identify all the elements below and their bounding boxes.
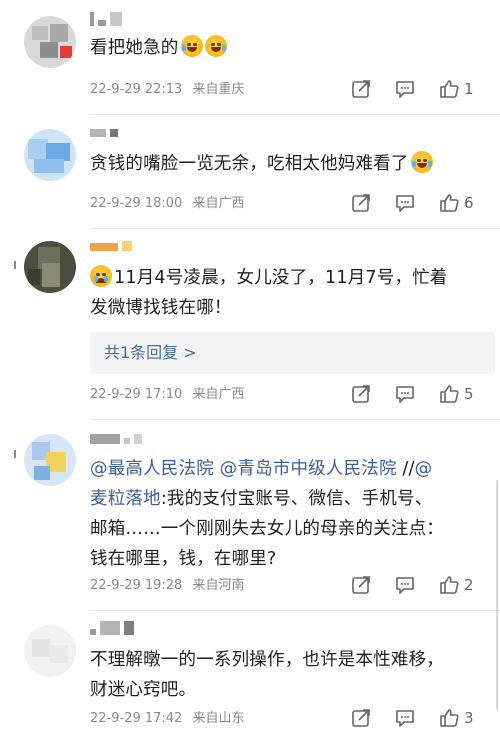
divider [90, 419, 500, 420]
divider [90, 610, 500, 611]
like-count: 6 [464, 194, 474, 212]
like-count: 2 [464, 576, 474, 594]
like-icon[interactable] [438, 383, 460, 405]
share-icon[interactable] [350, 192, 372, 214]
share-icon[interactable] [350, 707, 372, 729]
comment-text: 贪钱的嘴脸一览无余，吃相太他妈难看了 [90, 149, 482, 179]
location: 来自山东 [192, 711, 245, 726]
location: 来自广西 [192, 196, 245, 211]
username[interactable] [90, 8, 122, 26]
like-icon[interactable] [438, 192, 460, 214]
comment-meta: 22-9-29 17:42 来自山东 3 [90, 709, 490, 729]
divider [90, 114, 500, 115]
like-count: 5 [464, 385, 474, 403]
comment-icon[interactable] [394, 574, 416, 596]
timestamp: 22-9-29 18:00 [90, 196, 183, 211]
mention-link[interactable]: @青岛市中级人民法院 [220, 459, 397, 479]
avatar[interactable] [24, 434, 76, 486]
comment-actions: 2 [328, 574, 476, 596]
comment-meta: 22-9-29 18:00 来自广西 6 [90, 194, 490, 214]
mention-link[interactable]: 麦粒落地 [90, 489, 161, 509]
edge-mark [14, 450, 16, 458]
comment-meta: 22-9-29 17:10 来自广西 5 [90, 385, 490, 405]
timestamp: 22-9-29 22:13 [90, 82, 183, 97]
comment-text: 11月4号凌晨，女儿没了，11月7号，忙着 发微博找钱在哪！ [90, 263, 482, 323]
comment-text: 不理解暾一的一系列操作，也许是本性难移， 财迷心窍吧。 [90, 650, 444, 700]
comment-icon[interactable] [394, 78, 416, 100]
location: 来自重庆 [192, 82, 245, 97]
username[interactable] [90, 233, 132, 251]
crying-laugh-emoji [180, 35, 203, 57]
crying-laugh-emoji [204, 35, 227, 57]
username[interactable] [90, 426, 142, 444]
laugh-cry-emoji [410, 151, 433, 173]
timestamp: 22-9-29 19:28 [90, 578, 183, 593]
location: 来自河南 [192, 578, 245, 593]
comment-meta: 22-9-29 22:13 来自重庆 1 [90, 80, 490, 100]
avatar[interactable] [24, 625, 76, 677]
comment-meta: 22-9-29 19:28 来自河南 2 [90, 576, 490, 596]
comment-icon[interactable] [394, 192, 416, 214]
avatar[interactable] [24, 16, 76, 68]
comment-text: 看把她急的 [90, 33, 482, 63]
avatar[interactable] [24, 241, 76, 293]
mention-link[interactable]: @最高人民法院 [90, 459, 214, 479]
share-icon[interactable] [350, 78, 372, 100]
avatar[interactable] [24, 129, 76, 181]
comment-actions: 3 [328, 707, 476, 729]
like-icon[interactable] [438, 707, 460, 729]
like-icon[interactable] [438, 574, 460, 596]
timestamp: 22-9-29 17:10 [90, 387, 183, 402]
comment-icon[interactable] [394, 383, 416, 405]
like-count: 3 [464, 709, 474, 727]
share-icon[interactable] [350, 574, 372, 596]
comment-actions: 6 [328, 192, 476, 214]
share-icon[interactable] [350, 383, 372, 405]
timestamp: 22-9-29 17:42 [90, 711, 183, 726]
username[interactable] [90, 119, 118, 137]
comment-actions: 1 [328, 78, 476, 100]
scrollbar[interactable] [496, 480, 498, 710]
comment-actions: 5 [328, 383, 476, 405]
location: 来自广西 [192, 387, 245, 402]
comment-text: @最高人民法院 @青岛市中级人民法院 //@ 麦粒落地:我的支付宝账号、微信、手… [90, 459, 444, 569]
like-icon[interactable] [438, 78, 460, 100]
edge-mark [14, 261, 16, 269]
comment-icon[interactable] [394, 707, 416, 729]
like-count: 1 [464, 80, 474, 98]
crying-emoji [90, 265, 112, 287]
divider [90, 228, 500, 229]
username[interactable] [90, 617, 134, 635]
view-replies-button[interactable]: 共1条回复 > [90, 332, 495, 374]
mention-link[interactable]: @ [415, 459, 433, 479]
